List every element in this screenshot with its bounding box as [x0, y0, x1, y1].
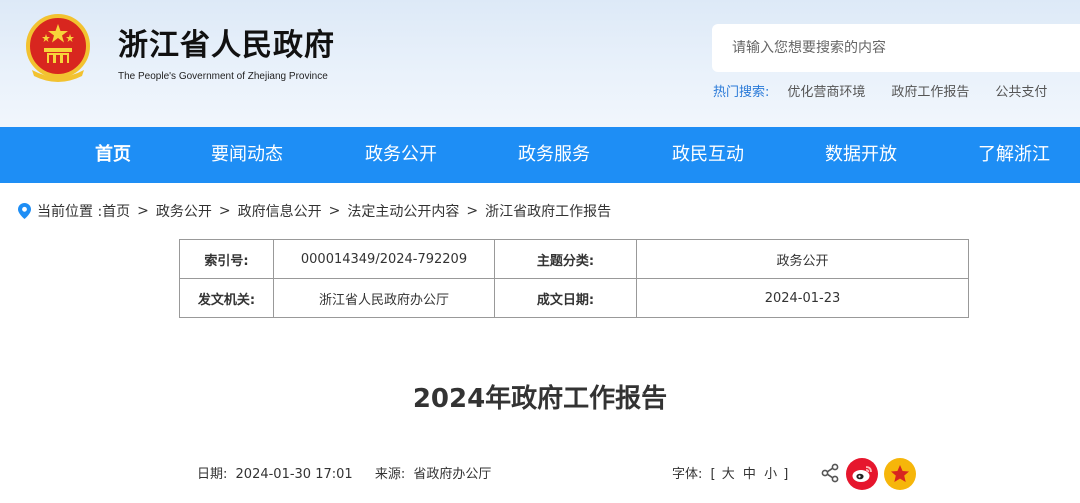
breadcrumb: 当前位置 : 首页 > 政务公开 > 政府信息公开 > 法定主动公开内容 > 浙… — [18, 201, 611, 221]
search-box — [712, 24, 1080, 72]
hot-search-label: 热门搜索: — [713, 85, 770, 100]
breadcrumb-separator: > — [218, 203, 231, 219]
document-info-table: 索引号: 000014349/2024-792209 主题分类: 政务公开 发文… — [179, 239, 969, 318]
breadcrumb-item[interactable]: 政府信息公开 — [238, 201, 322, 221]
share-icon[interactable] — [820, 463, 840, 483]
article-title: 2024年政府工作报告 — [412, 384, 668, 414]
topic-label: 主题分类: — [494, 239, 637, 279]
breadcrumb-item[interactable]: 政务公开 — [156, 201, 212, 221]
site-subtitle: The People's Government of Zhejiang Prov… — [118, 71, 328, 82]
weibo-share-icon[interactable] — [846, 458, 878, 490]
index-label: 索引号: — [179, 239, 274, 279]
source-value: 省政府办公厅 — [413, 467, 492, 482]
font-medium-button[interactable]: 中 — [743, 467, 756, 482]
table-row: 发文机关: 浙江省人民政府办公厅 成文日期: 2024-01-23 — [179, 278, 969, 318]
breadcrumb-item[interactable]: 首页 — [102, 201, 130, 221]
issuer-value: 浙江省人民政府办公厅 — [273, 278, 495, 318]
main-nav: 首页 要闻动态 政务公开 政务服务 政民互动 数据开放 了解浙江 — [0, 127, 1080, 183]
breadcrumb-item[interactable]: 法定主动公开内容 — [347, 201, 459, 221]
date-label: 成文日期: — [494, 278, 637, 318]
nav-item-open-data[interactable]: 数据开放 — [825, 127, 897, 183]
nav-item-home[interactable]: 首页 — [95, 127, 131, 183]
breadcrumb-separator: > — [466, 203, 479, 219]
weibo-logo-icon — [852, 466, 872, 482]
nav-item-gov-affairs-open[interactable]: 政务公开 — [365, 127, 437, 183]
hot-search-bar: 热门搜索: 优化营商环境 政府工作报告 公共支付 — [713, 81, 1073, 100]
nav-item-gov-services[interactable]: 政务服务 — [518, 127, 590, 183]
font-small-button[interactable]: 小 — [764, 467, 777, 482]
index-value: 000014349/2024-792209 — [273, 239, 495, 279]
font-bracket-close: ] — [783, 467, 789, 482]
date-value: 2024-01-23 — [636, 278, 969, 318]
breadcrumb-separator: > — [328, 203, 341, 219]
table-row: 索引号: 000014349/2024-792209 主题分类: 政务公开 — [179, 239, 969, 279]
source-label: 来源: — [374, 467, 406, 482]
hot-search-item[interactable]: 政府工作报告 — [891, 81, 969, 100]
location-pin-icon — [18, 203, 31, 219]
font-bracket-open: [ — [710, 467, 716, 482]
nav-item-interaction[interactable]: 政民互动 — [672, 127, 744, 183]
font-size-label: 字体: — [672, 467, 703, 482]
hot-search-item[interactable]: 公共支付 — [995, 81, 1047, 100]
breadcrumb-prefix: 当前位置 : — [37, 204, 103, 220]
font-size-control: 字体: [ 大 中 小 ] — [672, 463, 788, 482]
publish-date-value: 2024-01-30 17:01 — [235, 467, 353, 482]
site-header: 浙江省人民政府 The People's Government of Zheji… — [0, 0, 1080, 127]
nav-item-about-zhejiang[interactable]: 了解浙江 — [978, 127, 1050, 183]
topic-value: 政务公开 — [636, 239, 969, 279]
star-share-icon[interactable] — [884, 458, 916, 490]
article-meta: 日期: 2024-01-30 17:01 来源: 省政府办公厅 — [197, 463, 495, 482]
search-input[interactable] — [732, 40, 1062, 56]
hot-search-item[interactable]: 优化营商环境 — [787, 81, 865, 100]
publish-date-label: 日期: — [197, 467, 228, 482]
breadcrumb-separator: > — [137, 203, 149, 219]
nav-item-news[interactable]: 要闻动态 — [211, 127, 283, 183]
font-large-button[interactable]: 大 — [722, 467, 735, 482]
site-title[interactable]: 浙江省人民政府 — [118, 20, 335, 64]
national-emblem-icon[interactable] — [22, 12, 94, 84]
breadcrumb-item[interactable]: 浙江省政府工作报告 — [485, 201, 611, 221]
star-icon — [891, 465, 909, 482]
issuer-label: 发文机关: — [179, 278, 274, 318]
